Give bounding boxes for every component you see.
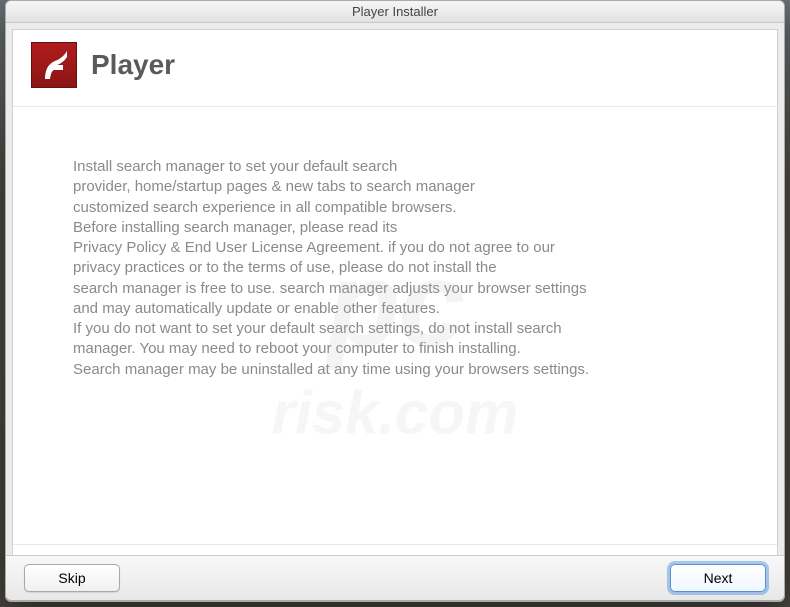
installer-window: Player Installer Player Install search m…	[5, 0, 785, 602]
body-line: Privacy Policy & End User License Agreem…	[73, 238, 717, 258]
window-title: Player Installer	[352, 4, 438, 19]
body-line: manager. You may need to reboot your com…	[73, 339, 717, 359]
body-line: Install search manager to set your defau…	[73, 157, 717, 177]
body-text: Install search manager to set your defau…	[13, 107, 777, 544]
body-line: If you do not want to set your default s…	[73, 319, 717, 339]
body-line: privacy practices or to the terms of use…	[73, 258, 717, 278]
button-bar: Skip Next	[5, 555, 785, 601]
next-button[interactable]: Next	[670, 564, 766, 592]
body-line: provider, home/startup pages & new tabs …	[73, 177, 717, 197]
window-titlebar: Player Installer	[6, 1, 784, 23]
body-line: Search manager may be uninstalled at any…	[73, 360, 717, 380]
app-title: Player	[91, 49, 175, 81]
window-content: Player Install search manager to set you…	[12, 29, 778, 595]
body-line: and may automatically update or enable o…	[73, 299, 717, 319]
body-line: customized search experience in all comp…	[73, 198, 717, 218]
skip-button[interactable]: Skip	[24, 564, 120, 592]
body-line: search manager is free to use. search ma…	[73, 279, 717, 299]
header: Player	[13, 30, 777, 107]
body-line: Before installing search manager, please…	[73, 218, 717, 238]
flash-player-icon	[31, 42, 77, 88]
